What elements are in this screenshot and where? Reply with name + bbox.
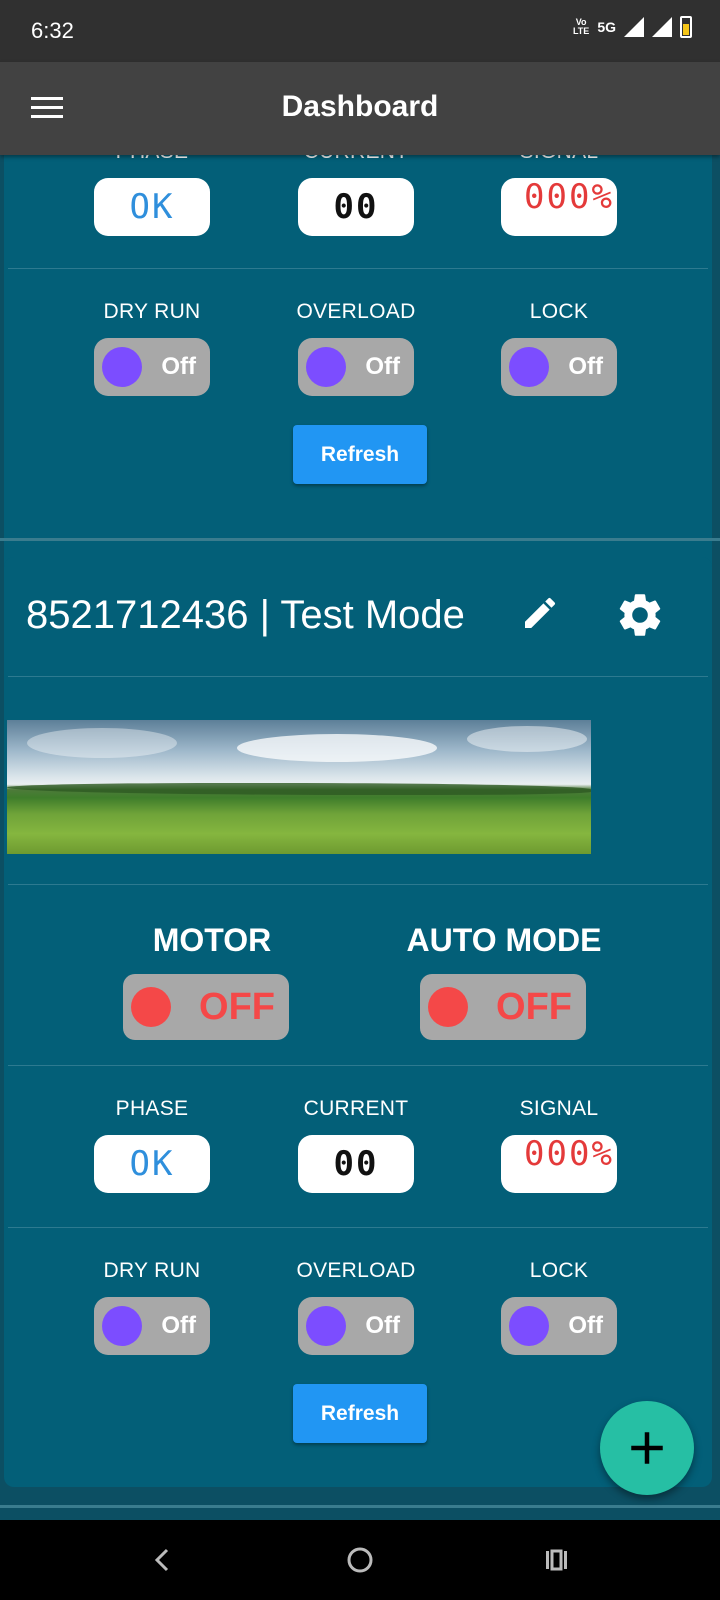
lock-toggle[interactable]: Off (501, 1297, 617, 1355)
toggle-state: Off (568, 1312, 603, 1339)
dry-run-label: DRY RUN (103, 300, 201, 323)
current-label: CURRENT (296, 155, 416, 164)
list-separator (0, 1505, 720, 1508)
lock-label: LOCK (529, 1259, 589, 1282)
device-title: 8521712436 | Test Mode (26, 593, 465, 637)
phase-label: PHASE (92, 155, 212, 164)
motor-toggle[interactable]: OFF (123, 974, 289, 1040)
toggle-knob (131, 987, 171, 1027)
current-display: 00 (298, 1135, 414, 1193)
divider (8, 1065, 708, 1066)
dry-run-control: DRY RUN Off (92, 1259, 212, 1355)
lock-toggle[interactable]: Off (501, 338, 617, 396)
divider (8, 1227, 708, 1228)
page-title: Dashboard (281, 90, 439, 123)
recents-icon[interactable] (536, 1540, 576, 1580)
divider (8, 884, 708, 885)
volte-icon: Vo LTE (572, 17, 590, 36)
motor-label: MOTOR (152, 922, 272, 958)
signal-strength-icon-2 (652, 17, 672, 37)
network-type: 5G (597, 19, 616, 35)
phase-label: PHASE (115, 1097, 189, 1120)
home-icon[interactable] (340, 1540, 380, 1580)
current-label: CURRENT (303, 1097, 409, 1120)
toggle-state: Off (161, 353, 196, 380)
current-readout: CURRENT 00 (296, 1097, 416, 1193)
system-nav-bar (0, 1520, 720, 1600)
status-bar: 6:32 Vo LTE 5G (0, 0, 720, 62)
toggle-state: OFF (496, 986, 572, 1028)
toggle-knob (306, 1306, 346, 1346)
overload-control: OVERLOAD Off (296, 1259, 416, 1355)
divider (8, 676, 708, 677)
toggle-state: Off (568, 353, 603, 380)
overload-label: OVERLOAD (296, 300, 416, 323)
list-separator (0, 538, 720, 541)
toggle-knob (428, 987, 468, 1027)
device-card: 8521712436 | Test Mode MOTOR OFF AUTO MO… (4, 557, 712, 1487)
dry-run-control: DRY RUN Off (92, 300, 212, 396)
phase-readout: PHASE OK (92, 1097, 212, 1193)
overload-toggle[interactable]: Off (298, 338, 414, 396)
dry-run-toggle[interactable]: Off (94, 1297, 210, 1355)
toggle-knob (102, 347, 142, 387)
toggle-knob (509, 1306, 549, 1346)
signal-strength-icon (624, 17, 644, 37)
phase-display: OK (94, 1135, 210, 1193)
device-image (7, 720, 591, 854)
signal-readout: SIGNAL 000% (499, 155, 619, 236)
toggle-state: OFF (199, 986, 275, 1028)
refresh-button[interactable]: Refresh (293, 1384, 427, 1443)
toggle-state: Off (161, 1312, 196, 1339)
auto-mode-label: AUTO MODE (406, 922, 602, 958)
lock-control: LOCK Off (499, 300, 619, 396)
back-icon[interactable] (142, 1540, 182, 1580)
battery-icon (680, 16, 692, 38)
add-device-button[interactable] (600, 1401, 694, 1495)
phase-readout: PHASE OK (92, 155, 212, 236)
toggle-state: Off (365, 1312, 400, 1339)
divider (8, 268, 708, 269)
lock-control: LOCK Off (499, 1259, 619, 1355)
lock-label: LOCK (529, 300, 589, 323)
overload-control: OVERLOAD Off (296, 300, 416, 396)
dry-run-label: DRY RUN (103, 1259, 201, 1282)
signal-label: SIGNAL (499, 155, 619, 164)
phase-display: OK (94, 178, 210, 236)
toggle-knob (102, 1306, 142, 1346)
overload-label: OVERLOAD (296, 1259, 416, 1282)
toggle-knob (509, 347, 549, 387)
toggle-state: Off (365, 353, 400, 380)
current-readout: CURRENT 00 (296, 155, 416, 236)
device-list[interactable]: PHASE OK CURRENT 00 SIGNAL 000% DRY RUN … (0, 155, 720, 1520)
current-display: 00 (298, 178, 414, 236)
gear-icon[interactable] (614, 589, 666, 641)
signal-label: SIGNAL (519, 1097, 599, 1120)
signal-display: 000% (501, 177, 617, 236)
signal-readout: SIGNAL 000% (499, 1097, 619, 1193)
auto-mode-toggle[interactable]: OFF (420, 974, 586, 1040)
overload-toggle[interactable]: Off (298, 1297, 414, 1355)
signal-display: 000% (501, 1134, 617, 1193)
toggle-knob (306, 347, 346, 387)
refresh-button[interactable]: Refresh (293, 425, 427, 484)
app-bar: Dashboard (0, 62, 720, 155)
plus-icon (631, 1432, 663, 1464)
status-icons: Vo LTE 5G (573, 16, 692, 38)
edit-icon[interactable] (520, 593, 560, 633)
dry-run-toggle[interactable]: Off (94, 338, 210, 396)
status-time: 6:32 (31, 18, 74, 43)
